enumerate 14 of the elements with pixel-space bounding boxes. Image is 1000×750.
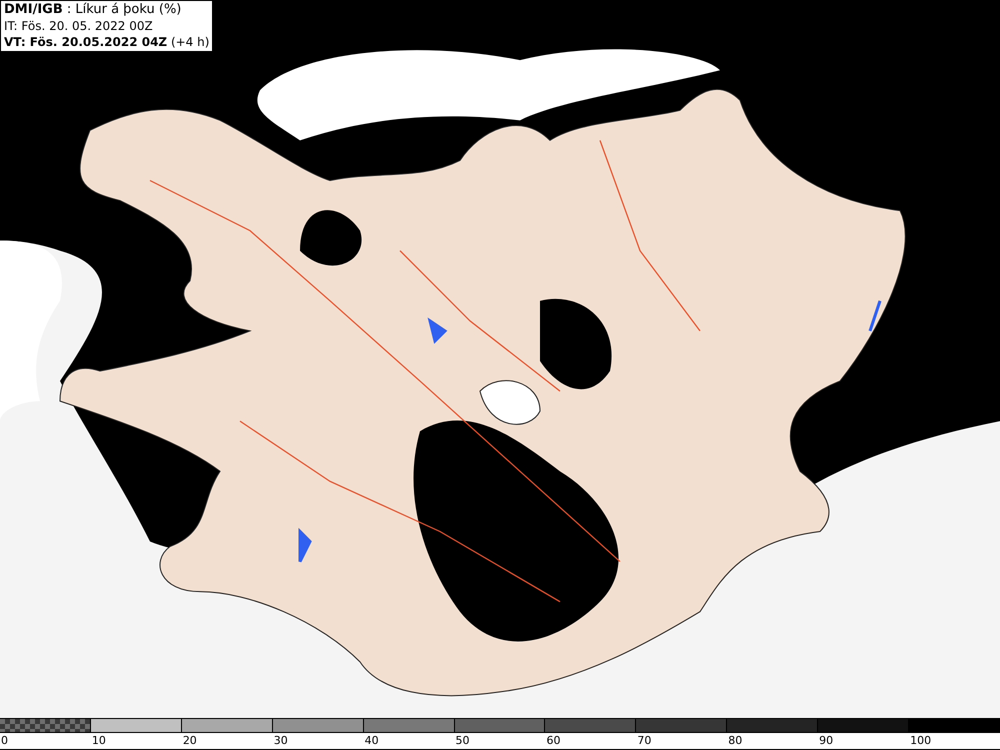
legend-label: 90 (818, 733, 834, 749)
valid-time: VT: Fös. 20.05.2022 04Z (+4 h) (4, 34, 210, 50)
legend-label: 0 (0, 733, 8, 749)
issue-time: IT: Fös. 20. 05. 2022 00Z (4, 18, 154, 34)
legend-label: 30 (272, 733, 288, 749)
legend-label: 20 (182, 733, 197, 749)
map-title: DMI/IGB : Líkur á þoku (%) (4, 2, 182, 18)
legend-label: 50 (454, 733, 470, 749)
legend-label: 60 (545, 733, 560, 749)
legend-label: 70 (636, 733, 652, 749)
legend-label: 100 (909, 733, 932, 749)
legend-label: 10 (90, 733, 106, 749)
legend-label: 40 (364, 733, 379, 749)
legend-label: 80 (727, 733, 742, 749)
